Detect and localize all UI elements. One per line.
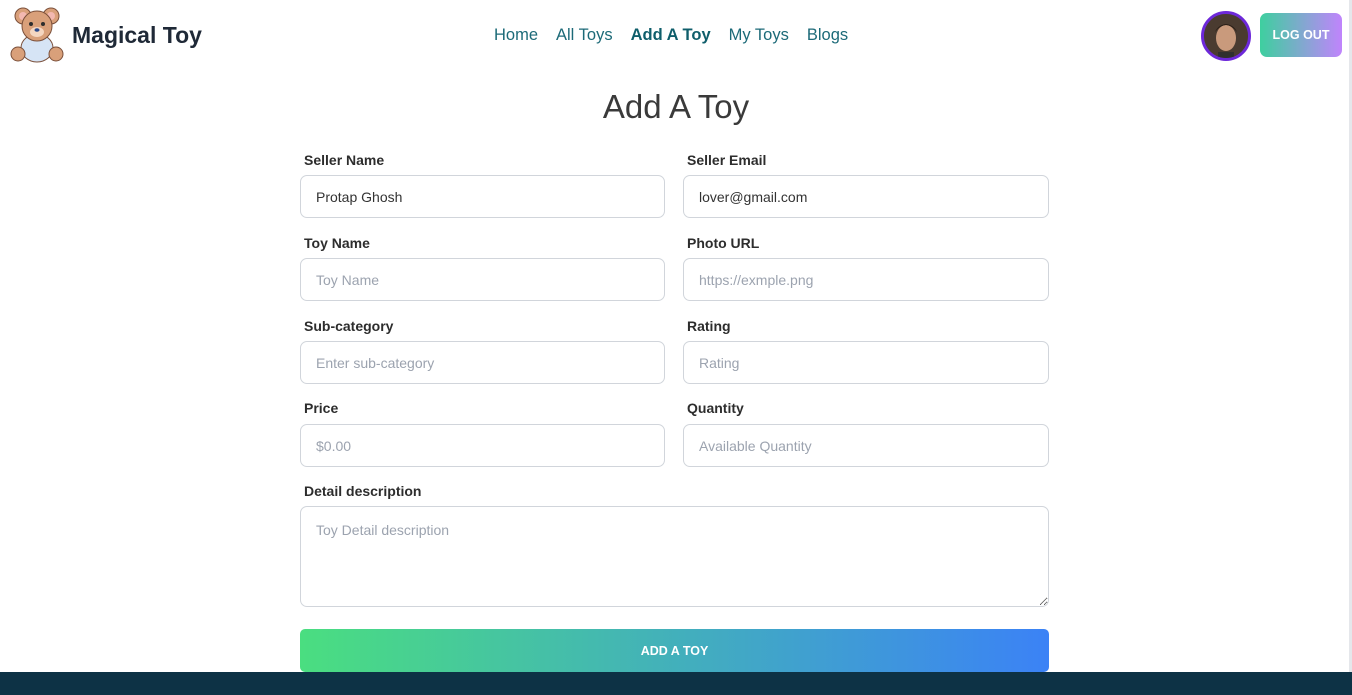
- photo-url-label: Photo URL: [687, 235, 760, 251]
- logout-button[interactable]: LOG OUT: [1260, 13, 1342, 57]
- rating-label: Rating: [687, 318, 731, 334]
- quantity-label: Quantity: [687, 400, 744, 416]
- price-input[interactable]: [300, 424, 665, 467]
- nav-link-my-toys[interactable]: My Toys: [729, 26, 789, 45]
- nav-link-blogs[interactable]: Blogs: [807, 26, 848, 45]
- main-nav: Home All Toys Add A Toy My Toys Blogs: [494, 26, 866, 45]
- quantity-input[interactable]: [683, 424, 1049, 467]
- toy-name-label: Toy Name: [304, 235, 370, 251]
- seller-email-label: Seller Email: [687, 152, 767, 168]
- sub-category-input[interactable]: [300, 341, 665, 384]
- photo-url-input[interactable]: [683, 258, 1049, 301]
- page-title: Add A Toy: [602, 88, 750, 125]
- user-avatar-icon: [1204, 14, 1248, 58]
- price-label: Price: [304, 400, 339, 416]
- user-avatar[interactable]: [1201, 11, 1251, 61]
- description-label: Detail description: [304, 483, 422, 499]
- sub-category-label: Sub-category: [304, 318, 394, 334]
- nav-link-home[interactable]: Home: [494, 26, 538, 45]
- add-toy-submit-button[interactable]: ADD A TOY: [300, 629, 1049, 672]
- navbar: Magical Toy Home All Toys Add A Toy My T…: [0, 0, 1352, 72]
- rating-input[interactable]: [683, 341, 1049, 384]
- teddy-bear-logo-icon: [10, 7, 64, 63]
- description-textarea[interactable]: [300, 506, 1049, 607]
- nav-link-all-toys[interactable]: All Toys: [556, 26, 613, 45]
- seller-email-input[interactable]: [683, 175, 1049, 218]
- seller-name-input[interactable]: [300, 175, 665, 218]
- toy-name-input[interactable]: [300, 258, 665, 301]
- brand-name: Magical Toy: [72, 21, 202, 48]
- seller-name-label: Seller Name: [304, 152, 385, 168]
- nav-link-add-a-toy[interactable]: Add A Toy: [631, 26, 711, 45]
- brand[interactable]: Magical Toy: [10, 6, 202, 64]
- footer: [0, 672, 1352, 695]
